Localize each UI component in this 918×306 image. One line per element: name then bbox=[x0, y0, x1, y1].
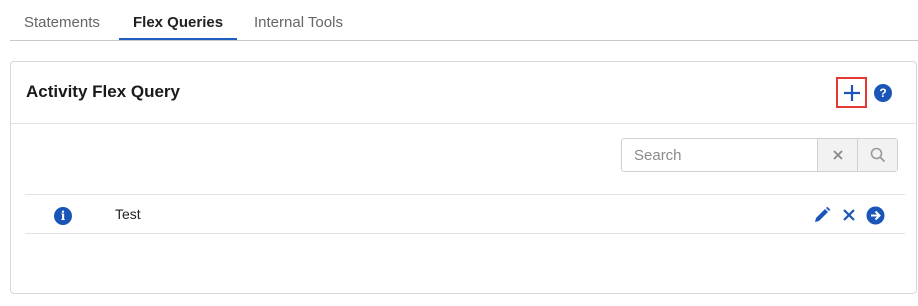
question-circle-icon: ? bbox=[879, 86, 887, 100]
row-actions bbox=[802, 205, 892, 225]
tab-statements[interactable]: Statements bbox=[10, 14, 114, 40]
table-row: i Test bbox=[25, 194, 905, 234]
search-icon bbox=[870, 147, 885, 163]
plus-icon bbox=[843, 84, 860, 101]
tab-flex-queries[interactable]: Flex Queries bbox=[119, 14, 238, 40]
run-arrow-icon[interactable] bbox=[865, 205, 885, 225]
query-name: Test bbox=[115, 206, 141, 222]
tab-internal-tools[interactable]: Internal Tools bbox=[240, 14, 357, 40]
panel-title: Activity Flex Query bbox=[26, 82, 181, 101]
info-icon[interactable]: i bbox=[54, 207, 72, 225]
activity-flex-query-panel: Activity Flex Query ? i bbox=[10, 61, 917, 294]
search-submit-button[interactable] bbox=[857, 139, 897, 171]
close-icon bbox=[832, 150, 843, 160]
search-box bbox=[621, 138, 898, 172]
help-button[interactable]: ? bbox=[874, 84, 892, 102]
edit-pencil-icon[interactable] bbox=[812, 205, 832, 225]
tab-bar: Statements Flex Queries Internal Tools bbox=[10, 0, 918, 41]
search-clear-button[interactable] bbox=[817, 139, 857, 171]
delete-x-icon[interactable] bbox=[839, 205, 859, 225]
add-query-button[interactable] bbox=[836, 77, 867, 108]
search-input[interactable] bbox=[622, 139, 817, 171]
panel-header: Activity Flex Query ? bbox=[11, 62, 916, 124]
